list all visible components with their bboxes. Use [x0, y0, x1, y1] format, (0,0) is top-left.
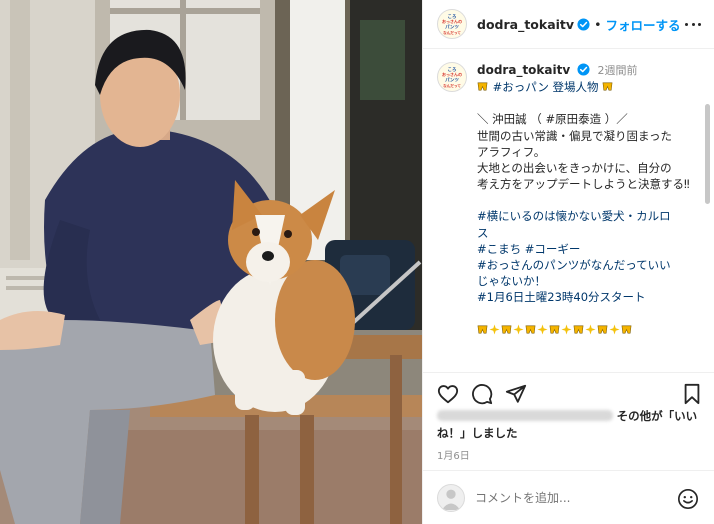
sparkle-emoji [537, 324, 548, 335]
caption-line: アラフィフ。 [477, 144, 546, 159]
sparkle-emoji [489, 324, 500, 335]
underpants-emoji [477, 82, 488, 91]
underpants-emoji [602, 82, 613, 91]
smile-icon[interactable] [677, 488, 699, 510]
drama-logo: ころ おっさんの パンツ なんだって [439, 64, 465, 90]
caption-username[interactable]: dodra_tokaitv [477, 63, 570, 77]
caption-hashtag-line[interactable]: じゃないか！ [477, 273, 697, 289]
likes-text-2[interactable]: ね！」しました [437, 426, 518, 440]
sparkle-emoji [585, 324, 596, 335]
comment-input[interactable] [475, 490, 665, 505]
sparkle-emoji [561, 324, 572, 335]
comment-bar [423, 470, 714, 524]
underpants-emoji [597, 325, 608, 334]
heart-icon[interactable] [437, 383, 459, 405]
verified-icon [577, 17, 590, 31]
caption-line: 大地との出会いをきっかけに、自分の [477, 161, 672, 176]
caption-title[interactable]: #おっパン 登場人物 [493, 80, 599, 94]
caption-hashtag-line[interactable]: #おっさんのパンツがなんだっていい [477, 257, 697, 273]
sparkle-emoji [513, 324, 524, 335]
post-panel: ころ おっさんの パンツ なんだって dodra_tokaitv • フォローす… [422, 0, 714, 524]
caption-avatar[interactable]: ころ おっさんの パンツ なんだって [437, 62, 467, 92]
post-time[interactable]: 2週間前 [597, 64, 637, 77]
post-photo-illustration [0, 0, 422, 524]
post-header: ころ おっさんの パンツ なんだって dodra_tokaitv • フォローす… [423, 0, 714, 49]
likes-text-1[interactable]: その他が「いい [617, 409, 698, 423]
caption-area: ころ おっさんの パンツ なんだって dodra_tokaitv 2週間前 #お… [423, 50, 714, 368]
svg-text:おっさんの: おっさんの [442, 18, 462, 24]
header-separator: • [594, 16, 602, 32]
underpants-emoji [477, 325, 488, 334]
caption-line: 世間の古い常識・偏見で凝り固まった [477, 128, 673, 143]
header-username[interactable]: dodra_tokaitv [477, 17, 574, 32]
underpants-emoji [549, 325, 560, 334]
user-avatar [437, 483, 465, 512]
blurred-liker-names [437, 410, 613, 421]
svg-text:パンツ: パンツ [445, 77, 459, 84]
verified-icon [577, 63, 590, 76]
underpants-emoji [525, 325, 536, 334]
caption-hashtag-line[interactable]: #こまち #コーギー [477, 241, 697, 257]
svg-text:パンツ: パンツ [445, 24, 459, 31]
caption-scrollbar[interactable] [705, 60, 710, 360]
svg-text:おっさんの: おっさんの [442, 71, 462, 77]
svg-text:なんだって: なんだって [443, 83, 461, 88]
sparkle-emoji [609, 324, 620, 335]
likes-summary: その他が「いい ね！」しました [437, 408, 707, 442]
caption-line: 考え方をアップデートしようと決意する‼ [477, 177, 690, 192]
caption-hashtag-line[interactable]: #1月6日土曜23時40分スタート [477, 289, 697, 305]
caption-text: dodra_tokaitv 2週間前 #おっパン 登場人物 ＼ 沖田誠 （ #原… [477, 62, 697, 338]
underpants-emoji [501, 325, 512, 334]
caption-hashtag-line[interactable]: ス [477, 225, 697, 241]
comment-icon[interactable] [471, 383, 493, 405]
post-date[interactable]: 1月6日 [437, 447, 470, 462]
caption-line: ＼ 沖田誠 （ #原田泰造 ）／ [477, 112, 628, 127]
default-avatar-icon [441, 489, 461, 510]
share-icon[interactable] [505, 383, 527, 405]
bookmark-icon[interactable] [681, 383, 703, 405]
svg-text:なんだって: なんだって [443, 30, 461, 35]
drama-logo: ころ おっさんの パンツ なんだって [439, 11, 465, 37]
follow-button[interactable]: フォローする [605, 15, 680, 34]
emoji-row [477, 322, 697, 338]
underpants-emoji [573, 325, 584, 334]
more-icon[interactable] [685, 17, 701, 31]
caption-hashtag-line[interactable]: #横にいるのは懐かない愛犬・カルロ [477, 208, 697, 224]
underpants-emoji [621, 325, 632, 334]
post-photo[interactable] [0, 0, 422, 524]
account-avatar[interactable]: ころ おっさんの パンツ なんだって [437, 9, 467, 39]
